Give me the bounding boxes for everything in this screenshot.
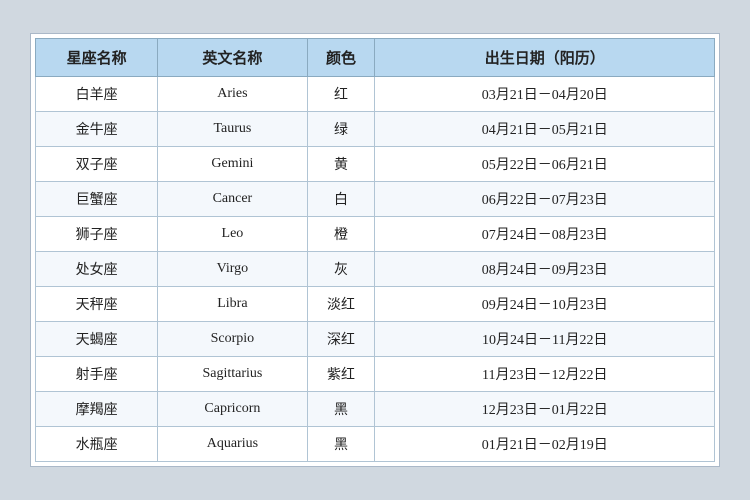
cell-zh-name: 射手座 bbox=[36, 357, 158, 392]
cell-date: 09月24日－10月23日 bbox=[375, 287, 715, 322]
cell-color: 黄 bbox=[307, 147, 375, 182]
table-row: 白羊座Aries红03月21日－04月20日 bbox=[36, 77, 715, 112]
table-header-row: 星座名称 英文名称 颜色 出生日期（阳历） bbox=[36, 39, 715, 77]
cell-zh-name: 双子座 bbox=[36, 147, 158, 182]
table-row: 射手座Sagittarius紫红11月23日－12月22日 bbox=[36, 357, 715, 392]
cell-color: 紫红 bbox=[307, 357, 375, 392]
cell-zh-name: 摩羯座 bbox=[36, 392, 158, 427]
table-row: 狮子座Leo橙07月24日－08月23日 bbox=[36, 217, 715, 252]
cell-date: 11月23日－12月22日 bbox=[375, 357, 715, 392]
cell-en-name: Cancer bbox=[158, 182, 307, 217]
cell-zh-name: 天蝎座 bbox=[36, 322, 158, 357]
table-row: 巨蟹座Cancer白06月22日－07月23日 bbox=[36, 182, 715, 217]
cell-date: 12月23日－01月22日 bbox=[375, 392, 715, 427]
table-row: 天秤座Libra淡红09月24日－10月23日 bbox=[36, 287, 715, 322]
cell-color: 红 bbox=[307, 77, 375, 112]
table-row: 双子座Gemini黄05月22日－06月21日 bbox=[36, 147, 715, 182]
cell-en-name: Gemini bbox=[158, 147, 307, 182]
cell-en-name: Aries bbox=[158, 77, 307, 112]
table-row: 金牛座Taurus绿04月21日－05月21日 bbox=[36, 112, 715, 147]
cell-en-name: Scorpio bbox=[158, 322, 307, 357]
table-row: 天蝎座Scorpio深红10月24日－11月22日 bbox=[36, 322, 715, 357]
cell-en-name: Capricorn bbox=[158, 392, 307, 427]
header-color: 颜色 bbox=[307, 39, 375, 77]
cell-en-name: Virgo bbox=[158, 252, 307, 287]
cell-zh-name: 金牛座 bbox=[36, 112, 158, 147]
cell-color: 白 bbox=[307, 182, 375, 217]
cell-date: 04月21日－05月21日 bbox=[375, 112, 715, 147]
cell-color: 绿 bbox=[307, 112, 375, 147]
cell-color: 深红 bbox=[307, 322, 375, 357]
cell-color: 橙 bbox=[307, 217, 375, 252]
cell-zh-name: 白羊座 bbox=[36, 77, 158, 112]
cell-en-name: Sagittarius bbox=[158, 357, 307, 392]
cell-date: 08月24日－09月23日 bbox=[375, 252, 715, 287]
cell-date: 01月21日－02月19日 bbox=[375, 427, 715, 462]
cell-zh-name: 狮子座 bbox=[36, 217, 158, 252]
zodiac-table-container: 星座名称 英文名称 颜色 出生日期（阳历） 白羊座Aries红03月21日－04… bbox=[30, 33, 720, 467]
cell-color: 淡红 bbox=[307, 287, 375, 322]
header-date: 出生日期（阳历） bbox=[375, 39, 715, 77]
cell-en-name: Taurus bbox=[158, 112, 307, 147]
cell-color: 黑 bbox=[307, 392, 375, 427]
cell-zh-name: 巨蟹座 bbox=[36, 182, 158, 217]
cell-zh-name: 天秤座 bbox=[36, 287, 158, 322]
cell-zh-name: 水瓶座 bbox=[36, 427, 158, 462]
cell-en-name: Leo bbox=[158, 217, 307, 252]
cell-en-name: Libra bbox=[158, 287, 307, 322]
header-en-name: 英文名称 bbox=[158, 39, 307, 77]
cell-color: 黑 bbox=[307, 427, 375, 462]
cell-date: 06月22日－07月23日 bbox=[375, 182, 715, 217]
table-row: 水瓶座Aquarius黑01月21日－02月19日 bbox=[36, 427, 715, 462]
zodiac-table: 星座名称 英文名称 颜色 出生日期（阳历） 白羊座Aries红03月21日－04… bbox=[35, 38, 715, 462]
cell-date: 05月22日－06月21日 bbox=[375, 147, 715, 182]
header-zh-name: 星座名称 bbox=[36, 39, 158, 77]
cell-date: 10月24日－11月22日 bbox=[375, 322, 715, 357]
cell-date: 07月24日－08月23日 bbox=[375, 217, 715, 252]
cell-zh-name: 处女座 bbox=[36, 252, 158, 287]
table-row: 处女座Virgo灰08月24日－09月23日 bbox=[36, 252, 715, 287]
table-row: 摩羯座Capricorn黑12月23日－01月22日 bbox=[36, 392, 715, 427]
cell-en-name: Aquarius bbox=[158, 427, 307, 462]
cell-date: 03月21日－04月20日 bbox=[375, 77, 715, 112]
cell-color: 灰 bbox=[307, 252, 375, 287]
